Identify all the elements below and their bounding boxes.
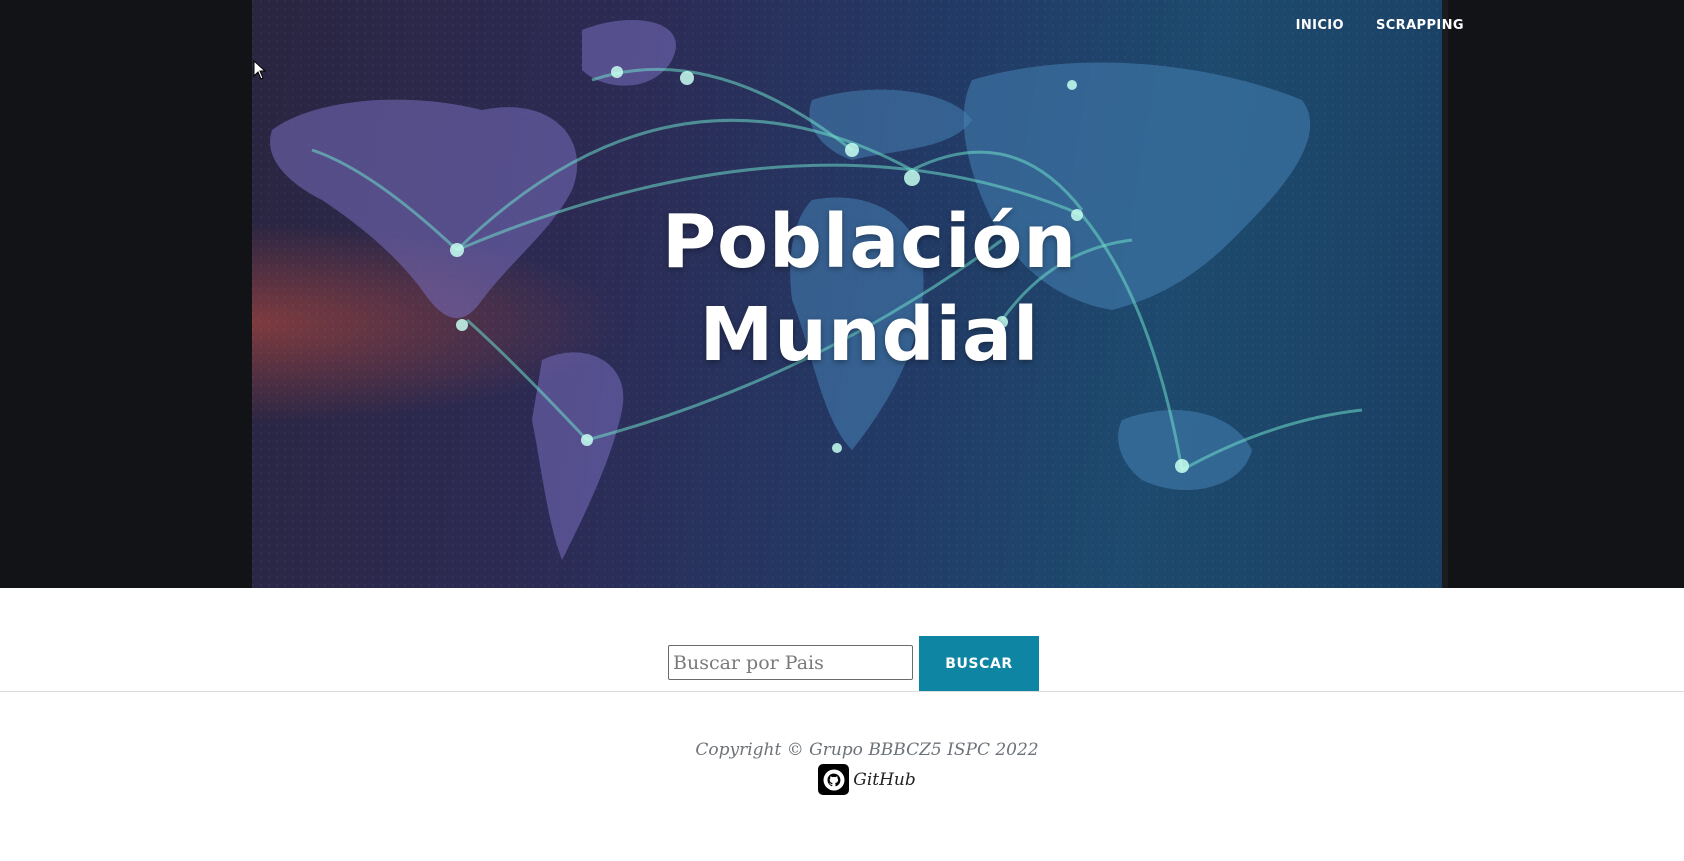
footer: Copyright © Grupo BBBCZ5 ISPC 2022 GitHu… bbox=[0, 740, 1684, 795]
page-title: Población Mundial bbox=[252, 196, 1487, 382]
search-button[interactable]: BUSCAR bbox=[919, 636, 1039, 691]
search-input[interactable] bbox=[668, 645, 913, 680]
github-link[interactable]: GitHub bbox=[853, 770, 916, 790]
title-line-1: Población bbox=[661, 199, 1078, 285]
copyright-text: Copyright © Grupo BBBCZ5 ISPC 2022 bbox=[695, 740, 1039, 760]
search-bar: BUSCAR bbox=[0, 636, 1684, 691]
hero-section: INICIO SCRAPPING Población Mundial bbox=[0, 0, 1684, 588]
mouse-pointer-icon bbox=[253, 60, 267, 80]
github-row: GitHub bbox=[50, 764, 1684, 795]
page: INICIO SCRAPPING Población Mundial BUSCA… bbox=[0, 0, 1684, 861]
nav-link-scrapping[interactable]: SCRAPPING bbox=[1376, 18, 1464, 33]
github-icon[interactable] bbox=[818, 764, 850, 795]
title-line-2: Mundial bbox=[699, 292, 1040, 378]
top-nav: INICIO SCRAPPING bbox=[1296, 18, 1464, 33]
divider bbox=[0, 691, 1684, 692]
nav-link-inicio[interactable]: INICIO bbox=[1296, 18, 1344, 33]
